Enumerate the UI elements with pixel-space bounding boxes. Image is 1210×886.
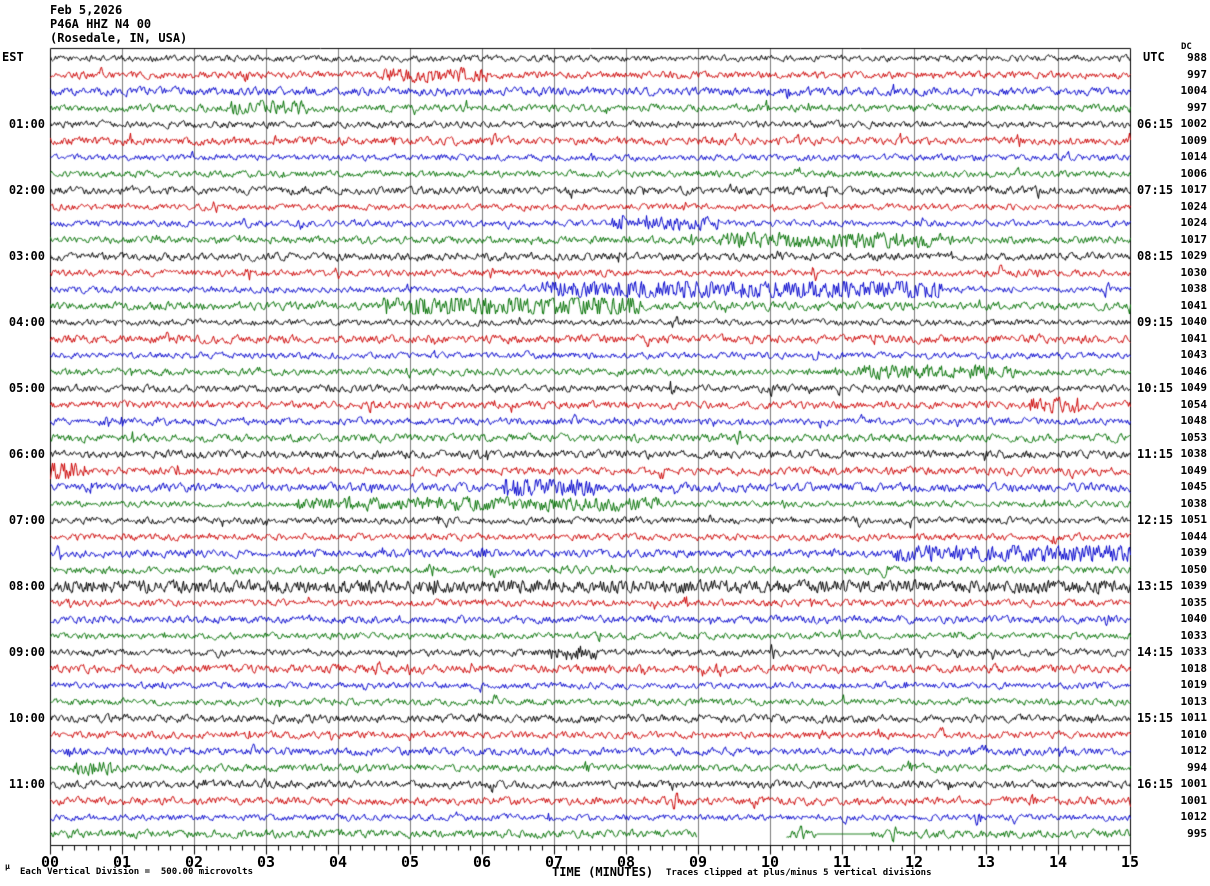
est-time-label: 03:00 [8, 249, 45, 263]
est-time-label: 11:00 [8, 777, 45, 791]
dc-value: 1041 [1180, 298, 1208, 312]
dc-value: 1014 [1180, 150, 1208, 163]
dc-value: 1012 [1180, 810, 1208, 823]
left-timezone-header: EST [2, 50, 24, 64]
dc-value: 1009 [1180, 133, 1208, 147]
dc-value: 1004 [1180, 84, 1208, 97]
dc-value: 1040 [1180, 315, 1208, 328]
x-tick-label: 06 [472, 853, 492, 871]
dc-value: 1050 [1180, 562, 1208, 576]
dc-value: 1033 [1180, 628, 1208, 642]
helicorder-page: Feb 5,2026 P46A HHZ N4 00 (Rosedale, IN,… [0, 0, 1210, 886]
x-tick-label: 15 [1120, 853, 1140, 871]
dc-value: 1029 [1180, 249, 1208, 262]
est-time-label: 07:00 [8, 513, 45, 527]
title-station: P46A HHZ N4 00 [50, 17, 152, 31]
dc-value: 1051 [1180, 513, 1208, 526]
x-axis-title: TIME (MINUTES) [552, 865, 654, 879]
dc-value: 1018 [1180, 661, 1208, 675]
dc-value: 1013 [1180, 694, 1208, 708]
dc-value: 1001 [1180, 793, 1208, 807]
clip-note: Traces clipped at plus/minus 5 vertical … [666, 868, 932, 878]
dc-value: 1024 [1180, 199, 1208, 213]
dc-value: 1040 [1180, 612, 1208, 625]
est-time-label: 04:00 [8, 315, 45, 329]
division-note: Each Vertical Division = 500.00 microvol… [20, 867, 253, 877]
dc-value: 1017 [1180, 232, 1208, 246]
est-time-label: 09:00 [8, 645, 45, 659]
dc-value: 1041 [1180, 331, 1208, 345]
dc-value: 1039 [1180, 579, 1208, 592]
est-time-label: 08:00 [8, 579, 45, 593]
dc-value: 1030 [1180, 265, 1208, 279]
x-tick-label: 13 [976, 853, 996, 871]
dc-value: 1039 [1180, 546, 1208, 559]
dc-value: 1038 [1180, 282, 1208, 295]
title-location: (Rosedale, IN, USA) [50, 31, 188, 45]
x-tick-label: 14 [1048, 853, 1068, 871]
dc-value: 1006 [1180, 166, 1208, 180]
dc-value: 1038 [1180, 447, 1208, 460]
title-date: Feb 5,2026 [50, 3, 123, 17]
dc-value: 1053 [1180, 430, 1208, 444]
dc-value: 1001 [1180, 777, 1208, 790]
est-time-label: 06:00 [8, 447, 45, 461]
dc-value: 1043 [1180, 348, 1208, 361]
dc-value: 1033 [1180, 645, 1208, 658]
dc-value: 1046 [1180, 364, 1208, 378]
dc-value: 1035 [1180, 595, 1208, 609]
dc-value: 1017 [1180, 183, 1208, 196]
dc-value: 1044 [1180, 529, 1208, 543]
micro-mark: µ [5, 862, 10, 871]
dc-value: 1054 [1180, 397, 1208, 411]
x-tick-label: 05 [400, 853, 420, 871]
dc-value: 988 [1187, 51, 1207, 64]
est-time-label: 02:00 [8, 183, 45, 197]
dc-value: 995 [1187, 826, 1207, 840]
est-time-label: 01:00 [8, 117, 45, 131]
helicorder-trace-canvas [0, 0, 1210, 886]
dc-value: 1048 [1180, 414, 1208, 427]
dc-value: 1002 [1180, 117, 1208, 130]
dc-value: 1019 [1180, 678, 1208, 691]
dc-value: 1049 [1180, 381, 1208, 394]
dc-value: 1010 [1180, 727, 1208, 741]
est-time-label: 10:00 [8, 711, 45, 725]
dc-value: 997 [1187, 100, 1207, 114]
dc-value: 994 [1187, 760, 1207, 774]
dc-value: 1024 [1180, 216, 1208, 229]
dc-value: 1012 [1180, 744, 1208, 757]
x-tick-label: 04 [328, 853, 348, 871]
dc-value: 1011 [1180, 711, 1208, 724]
title-block: Feb 5,2026 P46A HHZ N4 00 (Rosedale, IN,… [50, 3, 187, 45]
dc-value: 1038 [1180, 496, 1208, 510]
dc-value: 1049 [1180, 463, 1208, 477]
dc-value: 1045 [1180, 480, 1208, 493]
est-time-label: 05:00 [8, 381, 45, 395]
dc-value: 997 [1187, 67, 1207, 81]
